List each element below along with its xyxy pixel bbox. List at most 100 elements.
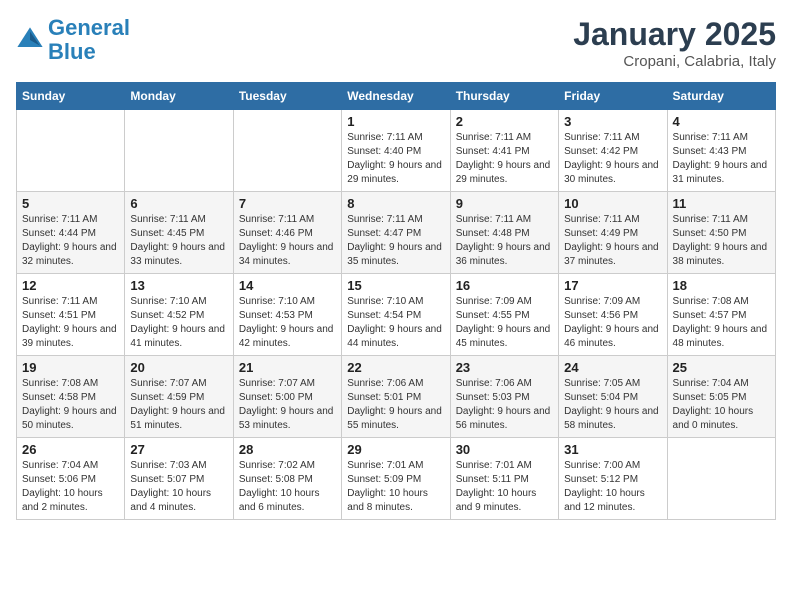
- day-info: Sunrise: 7:01 AM Sunset: 5:11 PM Dayligh…: [456, 459, 553, 515]
- header-monday: Monday: [125, 83, 233, 110]
- day-number: 1: [347, 114, 444, 129]
- day-info: Sunrise: 7:11 AM Sunset: 4:48 PM Dayligh…: [456, 213, 553, 269]
- day-number: 14: [239, 278, 336, 293]
- calendar-cell: 13 Sunrise: 7:10 AM Sunset: 4:52 PM Dayli…: [125, 274, 233, 356]
- day-info: Sunrise: 7:00 AM Sunset: 5:12 PM Dayligh…: [564, 459, 661, 515]
- day-number: 25: [673, 360, 770, 375]
- week-row-3: 19 Sunrise: 7:08 AM Sunset: 4:58 PM Dayli…: [17, 356, 776, 438]
- header-friday: Friday: [559, 83, 667, 110]
- page-header: General Blue January 2025 Cropani, Calab…: [16, 16, 776, 70]
- calendar-cell: 20 Sunrise: 7:07 AM Sunset: 4:59 PM Dayli…: [125, 356, 233, 438]
- logo: General Blue: [16, 16, 130, 64]
- calendar-cell: 3Sunrise: 7:11 AM Sunset: 4:42 PM Daylig…: [559, 110, 667, 192]
- calendar-cell: 5 Sunrise: 7:11 AM Sunset: 4:44 PM Daylig…: [17, 192, 125, 274]
- day-info: Sunrise: 7:03 AM Sunset: 5:07 PM Dayligh…: [130, 459, 227, 515]
- title-block: January 2025 Cropani, Calabria, Italy: [573, 16, 776, 70]
- day-info: Sunrise: 7:04 AM Sunset: 5:06 PM Dayligh…: [22, 459, 119, 515]
- header-thursday: Thursday: [450, 83, 558, 110]
- calendar-cell: 30Sunrise: 7:01 AM Sunset: 5:11 PM Dayli…: [450, 438, 558, 520]
- day-number: 18: [673, 278, 770, 293]
- day-info: Sunrise: 7:09 AM Sunset: 4:55 PM Dayligh…: [456, 295, 553, 351]
- day-info: Sunrise: 7:11 AM Sunset: 4:50 PM Dayligh…: [673, 213, 770, 269]
- day-info: Sunrise: 7:05 AM Sunset: 5:04 PM Dayligh…: [564, 377, 661, 433]
- calendar-cell: 23 Sunrise: 7:06 AM Sunset: 5:03 PM Dayli…: [450, 356, 558, 438]
- calendar-cell: 9 Sunrise: 7:11 AM Sunset: 4:48 PM Daylig…: [450, 192, 558, 274]
- day-info: Sunrise: 7:01 AM Sunset: 5:09 PM Dayligh…: [347, 459, 444, 515]
- day-info: Sunrise: 7:11 AM Sunset: 4:43 PM Dayligh…: [673, 131, 770, 187]
- logo-line2: Blue: [48, 39, 96, 64]
- day-number: 20: [130, 360, 227, 375]
- day-number: 5: [22, 196, 119, 211]
- day-info: Sunrise: 7:10 AM Sunset: 4:52 PM Dayligh…: [130, 295, 227, 351]
- day-number: 17: [564, 278, 661, 293]
- header-wednesday: Wednesday: [342, 83, 450, 110]
- day-info: Sunrise: 7:04 AM Sunset: 5:05 PM Dayligh…: [673, 377, 770, 433]
- day-number: 27: [130, 442, 227, 457]
- day-info: Sunrise: 7:10 AM Sunset: 4:53 PM Dayligh…: [239, 295, 336, 351]
- day-number: 11: [673, 196, 770, 211]
- calendar-cell: 21Sunrise: 7:07 AM Sunset: 5:00 PM Dayli…: [233, 356, 341, 438]
- calendar-cell: [17, 110, 125, 192]
- day-info: Sunrise: 7:06 AM Sunset: 5:03 PM Dayligh…: [456, 377, 553, 433]
- day-info: Sunrise: 7:08 AM Sunset: 4:58 PM Dayligh…: [22, 377, 119, 433]
- day-info: Sunrise: 7:11 AM Sunset: 4:44 PM Dayligh…: [22, 213, 119, 269]
- calendar-cell: 12Sunrise: 7:11 AM Sunset: 4:51 PM Dayli…: [17, 274, 125, 356]
- calendar-header-row: SundayMondayTuesdayWednesdayThursdayFrid…: [17, 83, 776, 110]
- calendar-cell: 6 Sunrise: 7:11 AM Sunset: 4:45 PM Daylig…: [125, 192, 233, 274]
- calendar-cell: 31 Sunrise: 7:00 AM Sunset: 5:12 PM Dayli…: [559, 438, 667, 520]
- calendar-cell: 19 Sunrise: 7:08 AM Sunset: 4:58 PM Dayli…: [17, 356, 125, 438]
- day-number: 13: [130, 278, 227, 293]
- calendar-cell: 22 Sunrise: 7:06 AM Sunset: 5:01 PM Dayli…: [342, 356, 450, 438]
- month-title: January 2025: [573, 16, 776, 53]
- calendar-cell: 24 Sunrise: 7:05 AM Sunset: 5:04 PM Dayli…: [559, 356, 667, 438]
- day-number: 22: [347, 360, 444, 375]
- calendar-cell: 11 Sunrise: 7:11 AM Sunset: 4:50 PM Dayli…: [667, 192, 775, 274]
- day-info: Sunrise: 7:07 AM Sunset: 4:59 PM Dayligh…: [130, 377, 227, 433]
- calendar-cell: 8 Sunrise: 7:11 AM Sunset: 4:47 PM Daylig…: [342, 192, 450, 274]
- day-info: Sunrise: 7:08 AM Sunset: 4:57 PM Dayligh…: [673, 295, 770, 351]
- day-number: 24: [564, 360, 661, 375]
- day-number: 31: [564, 442, 661, 457]
- calendar-cell: 16 Sunrise: 7:09 AM Sunset: 4:55 PM Dayli…: [450, 274, 558, 356]
- day-info: Sunrise: 7:10 AM Sunset: 4:54 PM Dayligh…: [347, 295, 444, 351]
- week-row-0: 1Sunrise: 7:11 AM Sunset: 4:40 PM Daylig…: [17, 110, 776, 192]
- day-number: 6: [130, 196, 227, 211]
- day-info: Sunrise: 7:09 AM Sunset: 4:56 PM Dayligh…: [564, 295, 661, 351]
- day-number: 26: [22, 442, 119, 457]
- header-tuesday: Tuesday: [233, 83, 341, 110]
- day-info: Sunrise: 7:11 AM Sunset: 4:42 PM Dayligh…: [564, 131, 661, 187]
- day-number: 21: [239, 360, 336, 375]
- day-number: 29: [347, 442, 444, 457]
- day-number: 23: [456, 360, 553, 375]
- day-info: Sunrise: 7:11 AM Sunset: 4:45 PM Dayligh…: [130, 213, 227, 269]
- header-saturday: Saturday: [667, 83, 775, 110]
- calendar-cell: [667, 438, 775, 520]
- day-number: 10: [564, 196, 661, 211]
- day-number: 4: [673, 114, 770, 129]
- logo-text: General Blue: [48, 16, 130, 64]
- day-info: Sunrise: 7:06 AM Sunset: 5:01 PM Dayligh…: [347, 377, 444, 433]
- calendar-cell: 2Sunrise: 7:11 AM Sunset: 4:41 PM Daylig…: [450, 110, 558, 192]
- calendar-cell: 7 Sunrise: 7:11 AM Sunset: 4:46 PM Daylig…: [233, 192, 341, 274]
- calendar-cell: [125, 110, 233, 192]
- day-info: Sunrise: 7:02 AM Sunset: 5:08 PM Dayligh…: [239, 459, 336, 515]
- day-info: Sunrise: 7:11 AM Sunset: 4:41 PM Dayligh…: [456, 131, 553, 187]
- day-info: Sunrise: 7:11 AM Sunset: 4:47 PM Dayligh…: [347, 213, 444, 269]
- calendar-cell: 27 Sunrise: 7:03 AM Sunset: 5:07 PM Dayli…: [125, 438, 233, 520]
- week-row-1: 5 Sunrise: 7:11 AM Sunset: 4:44 PM Daylig…: [17, 192, 776, 274]
- calendar-cell: [233, 110, 341, 192]
- calendar-cell: 29 Sunrise: 7:01 AM Sunset: 5:09 PM Dayli…: [342, 438, 450, 520]
- week-row-2: 12Sunrise: 7:11 AM Sunset: 4:51 PM Dayli…: [17, 274, 776, 356]
- calendar-cell: 18 Sunrise: 7:08 AM Sunset: 4:57 PM Dayli…: [667, 274, 775, 356]
- calendar-table: SundayMondayTuesdayWednesdayThursdayFrid…: [16, 82, 776, 520]
- day-number: 9: [456, 196, 553, 211]
- day-info: Sunrise: 7:11 AM Sunset: 4:46 PM Dayligh…: [239, 213, 336, 269]
- day-number: 19: [22, 360, 119, 375]
- calendar-cell: 28Sunrise: 7:02 AM Sunset: 5:08 PM Dayli…: [233, 438, 341, 520]
- day-number: 15: [347, 278, 444, 293]
- calendar-cell: 25 Sunrise: 7:04 AM Sunset: 5:05 PM Dayli…: [667, 356, 775, 438]
- day-number: 16: [456, 278, 553, 293]
- calendar-cell: 1Sunrise: 7:11 AM Sunset: 4:40 PM Daylig…: [342, 110, 450, 192]
- day-number: 8: [347, 196, 444, 211]
- day-number: 7: [239, 196, 336, 211]
